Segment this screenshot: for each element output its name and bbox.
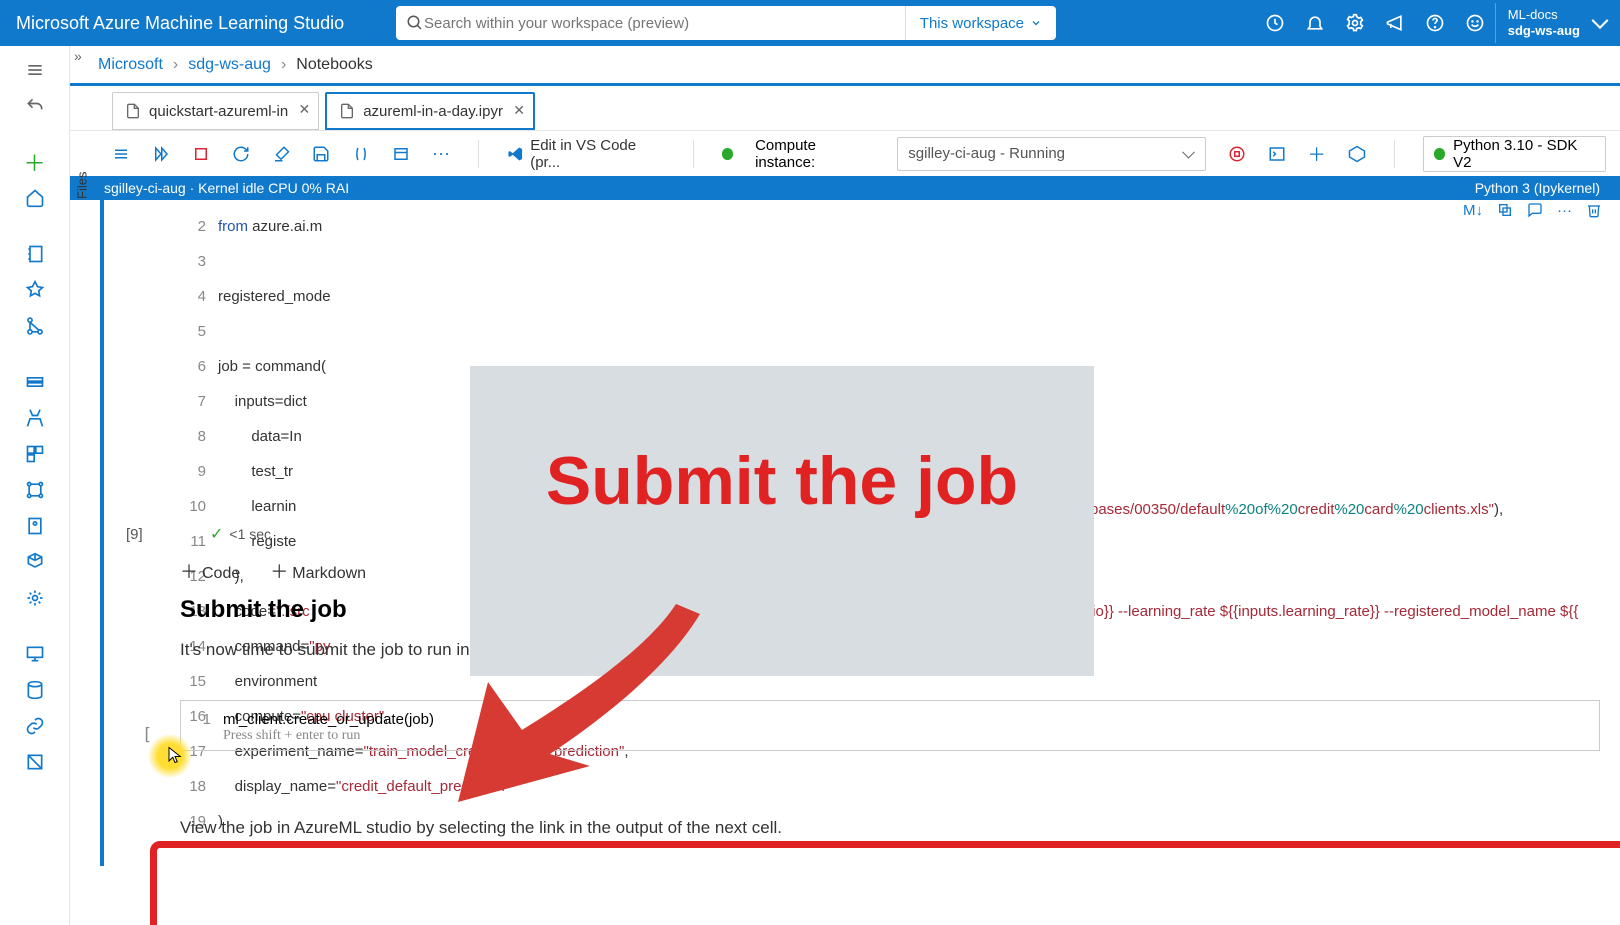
endpoints-icon[interactable] (15, 582, 55, 614)
help-icon[interactable] (1415, 0, 1455, 46)
add-cell-buttons: ＋Code ＋Markdown (180, 558, 366, 584)
vscode-icon (507, 145, 524, 163)
add-code-button[interactable]: ＋Code (180, 558, 240, 584)
kernel-select[interactable]: Python 3.10 - SDK V2 (1423, 136, 1606, 172)
file-icon (339, 103, 355, 119)
exec-bracket: [ (142, 725, 152, 745)
tab-azureml-day[interactable]: azureml-in-a-day.ipyr ✕ (325, 92, 535, 130)
bell-icon[interactable] (1295, 0, 1335, 46)
edit-vscode-button[interactable]: Edit in VS Code (pr... (507, 137, 665, 171)
account-menu[interactable]: ML-docs sdg-ws-aug (1495, 3, 1620, 42)
search-box[interactable] (396, 6, 905, 40)
tab-quickstart[interactable]: quickstart-azureml-in ✕ (112, 92, 319, 130)
kernel-name: Python 3 (Ipykernel) (1475, 180, 1620, 196)
top-right: ML-docs sdg-ws-aug (1255, 0, 1620, 46)
annotation-text: Submit the job (546, 442, 1018, 520)
labeling-icon[interactable] (15, 746, 55, 778)
notebook-tabs: quickstart-azureml-in ✕ azureml-in-a-day… (70, 86, 1620, 130)
notebooks-icon[interactable] (15, 238, 55, 270)
automl-icon[interactable] (15, 274, 55, 306)
components-icon[interactable] (15, 438, 55, 470)
collapse-icon[interactable]: » (74, 48, 82, 64)
exec-count: [9] (126, 526, 143, 543)
linked-services-icon[interactable] (15, 710, 55, 742)
crumb-page: Notebooks (296, 56, 373, 74)
restart-icon[interactable] (232, 145, 250, 163)
more-icon[interactable]: ··· (432, 143, 450, 164)
add-markdown-button[interactable]: ＋Markdown (270, 558, 366, 584)
annotation-arrow-icon (440, 604, 750, 804)
status-text: sgilley-ci-aug · Kernel idle CPU 0% RAI (104, 180, 349, 196)
code-url-fragment: bases/00350/default%20of%20credit%20card… (1090, 500, 1503, 518)
code-cell-2[interactable]: 1ml_client.create_or_update(job) Press s… (180, 700, 1600, 751)
kernel-status-dot (1434, 148, 1446, 160)
md-text-2: View the job in AzureML studio by select… (180, 818, 782, 838)
account-name: ML-docs (1508, 7, 1580, 23)
cursor-icon (166, 744, 184, 766)
manage-compute-icon[interactable] (1348, 145, 1366, 163)
close-icon[interactable]: ✕ (298, 101, 310, 118)
md-title: Submit the job (180, 596, 347, 624)
compute-status-dot (722, 148, 734, 160)
save-icon[interactable] (312, 145, 330, 163)
workspace-name: sdg-ws-aug (1508, 23, 1580, 39)
search-input[interactable] (424, 15, 895, 32)
datastores-icon[interactable] (15, 674, 55, 706)
run-hint: Press shift + enter to run (193, 728, 1587, 744)
notebook-toolbar: ··· Edit in VS Code (pr... Compute insta… (70, 130, 1620, 176)
megaphone-icon[interactable] (1375, 0, 1415, 46)
jobs-icon[interactable] (15, 402, 55, 434)
clear-icon[interactable] (272, 145, 290, 163)
app-title: Microsoft Azure Machine Learning Studio (16, 13, 396, 34)
undo-icon[interactable] (15, 90, 55, 122)
stop-compute-icon[interactable] (1228, 145, 1246, 163)
pipelines-icon[interactable] (15, 474, 55, 506)
file-icon (125, 103, 141, 119)
crumb-root[interactable]: Microsoft (98, 56, 163, 74)
notebook-body: M↓ ··· 2from azure.ai.m 3 4registered_mo… (70, 200, 1620, 925)
home-icon[interactable] (15, 182, 55, 214)
hamburger-icon[interactable] (15, 54, 55, 86)
smile-icon[interactable] (1455, 0, 1495, 46)
left-rail: ＋ (0, 46, 70, 925)
environments-icon[interactable] (15, 510, 55, 542)
add-compute-icon[interactable]: ＋ (1308, 141, 1326, 167)
run-all-icon[interactable] (152, 145, 170, 163)
toc-icon[interactable] (392, 145, 410, 163)
code-cmd-fragment: tio}} --learning_rate ${{inputs.learning… (1088, 602, 1578, 620)
search-scope-dropdown[interactable]: This workspace (905, 6, 1056, 40)
compute-icon[interactable] (15, 638, 55, 670)
clock-icon[interactable] (1255, 0, 1295, 46)
close-icon[interactable]: ✕ (513, 102, 525, 119)
gear-icon[interactable] (1335, 0, 1375, 46)
search-scope-label: This workspace (920, 15, 1024, 32)
designer-icon[interactable] (15, 310, 55, 342)
top-bar: Microsoft Azure Machine Learning Studio … (0, 0, 1620, 46)
crumb-workspace[interactable]: sdg-ws-aug (188, 56, 271, 74)
tab-label: azureml-in-a-day.ipyr (363, 103, 503, 120)
chevron-down-icon (1030, 17, 1042, 29)
exec-time: ✓<1 sec (210, 524, 271, 544)
main-pane: Microsoft › sdg-ws-aug › Notebooks quick… (70, 46, 1620, 925)
terminal-icon[interactable] (1268, 145, 1286, 163)
compute-label: Compute instance: (755, 137, 875, 171)
menu-icon[interactable] (112, 145, 130, 163)
kernel-status-bar: » sgilley-ci-aug · Kernel idle CPU 0% RA… (70, 176, 1620, 200)
stop-icon[interactable] (192, 145, 210, 163)
tab-label: quickstart-azureml-in (149, 103, 288, 120)
variables-icon[interactable] (352, 145, 370, 163)
add-icon[interactable]: ＋ (15, 146, 55, 178)
search-icon (406, 14, 424, 32)
data-icon[interactable] (15, 366, 55, 398)
breadcrumb: Microsoft › sdg-ws-aug › Notebooks (70, 46, 1620, 86)
models-icon[interactable] (15, 546, 55, 578)
compute-select[interactable]: sgilley-ci-aug - Running (897, 137, 1205, 171)
search-wrap: This workspace (396, 6, 1056, 40)
